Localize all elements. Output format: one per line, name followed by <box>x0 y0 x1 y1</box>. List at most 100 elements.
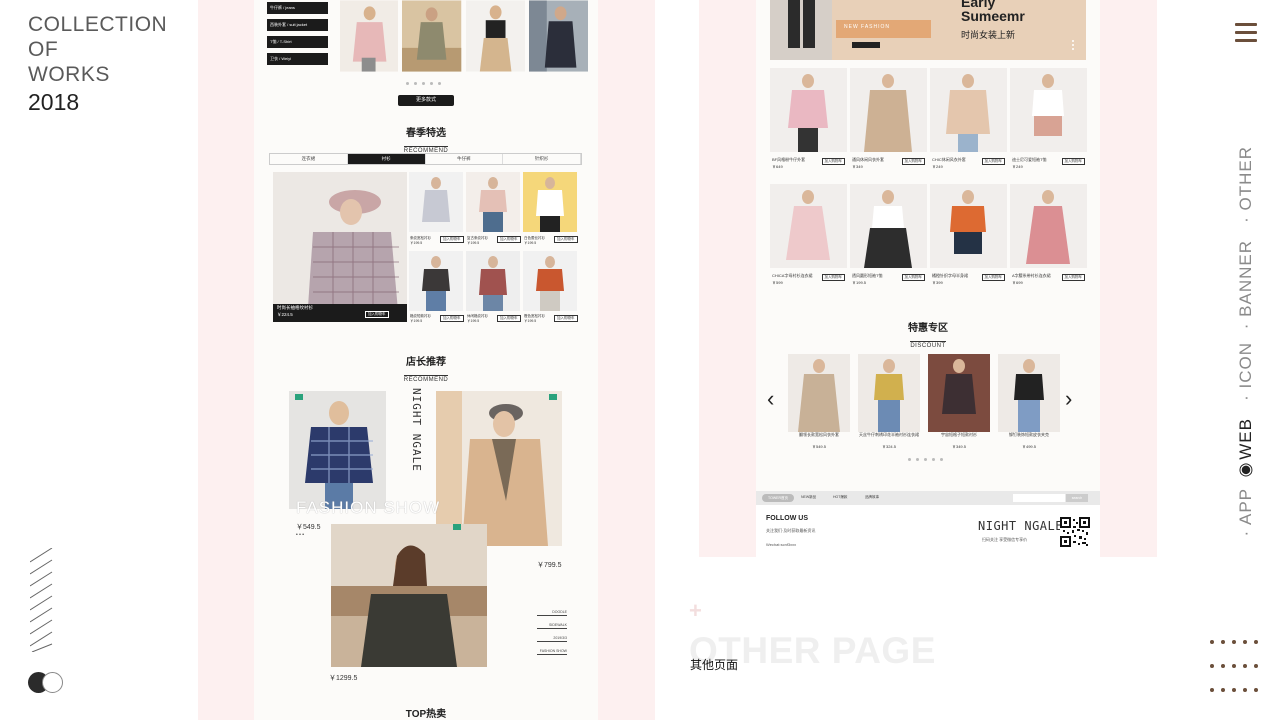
banner-headline: Early Sumeemr <box>961 0 1025 23</box>
product-image[interactable] <box>523 172 577 232</box>
product-name: A字腰系带衬衫连衣裙 <box>1012 273 1051 278</box>
add-to-cart-button[interactable]: 加入购物车 <box>981 274 1005 281</box>
hamburger-menu-icon[interactable] <box>1235 23 1257 43</box>
category-item[interactable]: 卫衣 / Weiyi <box>267 53 328 65</box>
model-photo[interactable] <box>402 0 462 72</box>
hero-banner[interactable]: NEW FASHION Early Sumeemr 时尚女装上新 <box>770 0 1086 60</box>
side-nav-icon[interactable]: · ICON <box>1236 342 1266 401</box>
product-grid-row-2: CHICA字母衬衫连衣裙 ￥599 加入购物车 透风圆形短袖T恤 ￥199.5 加入购物… <box>770 184 1087 290</box>
add-to-cart-button[interactable]: 加入购物车 <box>901 274 925 281</box>
product-image[interactable] <box>930 68 1007 152</box>
carousel-item[interactable] <box>858 354 920 432</box>
product-card[interactable]: 透风圆形短袖T恤 ￥199.5 加入购物车 <box>850 184 927 290</box>
category-list: 牛仔裤 / jeans 西装外套 / suit jacket T恤 / T-Sh… <box>267 2 328 70</box>
tab-jeans[interactable]: 牛仔裤 <box>426 154 504 164</box>
tab-shirt[interactable]: 衬衫 <box>347 154 426 164</box>
carousel-item[interactable] <box>928 354 990 432</box>
carousel-item-price: ￥349.5 <box>951 444 966 449</box>
product-image[interactable] <box>770 184 847 268</box>
web-mockup-home[interactable]: 牛仔裤 / jeans 西装外套 / suit jacket T恤 / T-Sh… <box>254 0 598 720</box>
category-item[interactable]: 西装外套 / suit jacket <box>267 19 328 31</box>
carousel-pager[interactable] <box>908 458 943 461</box>
product-image[interactable] <box>466 172 520 232</box>
more-styles-button[interactable]: 更多款式 <box>398 95 454 106</box>
feature-product-image[interactable] <box>273 172 407 322</box>
product-image[interactable] <box>858 354 920 432</box>
tab-dress[interactable]: 连衣裙 <box>270 154 348 164</box>
product-image[interactable] <box>409 172 463 232</box>
add-to-cart-button[interactable]: 加入购物车 <box>554 236 578 243</box>
add-to-cart-button[interactable]: 加入购物车 <box>497 315 521 322</box>
product-image[interactable] <box>523 251 577 311</box>
product-image[interactable] <box>1010 68 1087 152</box>
product-image[interactable] <box>930 184 1007 268</box>
banner-pager[interactable] <box>1072 40 1074 52</box>
footer-search-input[interactable] <box>1013 494 1065 502</box>
model-photo[interactable] <box>465 0 525 72</box>
category-item[interactable]: T恤 / T-Shirt <box>267 36 328 48</box>
product-image[interactable] <box>1010 184 1087 268</box>
add-to-cart-button[interactable]: 加入购物车 <box>981 158 1005 165</box>
side-nav-other[interactable]: · OTHER <box>1236 146 1266 223</box>
product-card[interactable]: 橘橙针织字母半身裙 ￥399 加入购物车 <box>930 184 1007 290</box>
model-photo[interactable] <box>289 391 386 509</box>
product-image[interactable] <box>850 68 927 152</box>
product-name: 透风圆形短袖T恤 <box>852 273 883 278</box>
product-image[interactable] <box>466 251 520 311</box>
footer-search-button[interactable]: search <box>1066 494 1088 502</box>
brand-vertical-text: NIGHT NGALE <box>410 388 423 472</box>
product-card[interactable]: A字腰系带衬衫连衣裙 ￥699 加入购物车 <box>1010 184 1087 290</box>
side-nav-web[interactable]: ◉WEB <box>1236 418 1266 481</box>
add-to-cart-button[interactable]: 加入购物车 <box>821 274 845 281</box>
product-price: ￥699 <box>1012 280 1023 285</box>
product-image[interactable] <box>850 184 927 268</box>
add-to-cart-button[interactable]: 加入购物车 <box>497 236 521 243</box>
carousel-prev-arrow-icon[interactable]: ‹ <box>767 388 774 410</box>
dot-grid-decoration <box>1208 640 1260 694</box>
footer-text: 关注我们·及时获取最新资讯 <box>766 528 816 533</box>
category-item[interactable]: 牛仔裤 / jeans <box>267 2 328 14</box>
side-nav-app[interactable]: · APP <box>1236 488 1266 536</box>
add-to-cart-button[interactable]: 加入购物车 <box>1061 158 1085 165</box>
feature-add-to-cart-button[interactable]: 加入购物车 <box>365 311 389 318</box>
product-card[interactable]: 迪士尼可爱短袖T恤 ￥249 加入购物车 <box>1010 68 1087 174</box>
other-page-caption: 其他页面 <box>690 658 739 672</box>
product-image[interactable] <box>998 354 1060 432</box>
carousel-item[interactable] <box>788 354 850 432</box>
model-photo[interactable] <box>528 0 589 72</box>
product-image[interactable] <box>409 251 463 311</box>
web-mockup-category[interactable]: NEW FASHION Early Sumeemr 时尚女装上新 BF风格粉牛仔外… <box>756 0 1100 557</box>
product-image[interactable] <box>770 68 847 152</box>
tab-knit[interactable]: 针织衫 <box>503 154 581 164</box>
footer-nav-new[interactable]: NEW新品 <box>801 495 816 500</box>
add-to-cart-button[interactable]: 加入购物车 <box>554 315 578 322</box>
model-photo[interactable] <box>331 524 487 667</box>
footer-nav-bar: TOWER首页 NEW新品 HOT爆款 品牌故事 search <box>756 491 1100 505</box>
add-to-cart-button[interactable]: 加入购物车 <box>440 315 464 322</box>
theme-toggle[interactable] <box>28 671 68 693</box>
footer-nav-hot[interactable]: HOT爆款 <box>833 495 847 500</box>
product-card[interactable]: CHIC休闲风衣外套 ￥249 加入购物车 <box>930 68 1007 174</box>
add-to-cart-button[interactable]: 加入购物车 <box>440 236 464 243</box>
footer-wechat: Wechat:scnf3xxx <box>766 542 797 547</box>
product-card[interactable]: 通风休闲风衣外套 ￥349 加入购物车 <box>850 68 927 174</box>
add-to-cart-button[interactable]: 加入购物车 <box>901 158 925 165</box>
banner-model-image <box>770 0 832 60</box>
add-to-cart-button[interactable]: 加入购物车 <box>1061 274 1085 281</box>
banner-cta-button[interactable] <box>852 42 880 48</box>
product-image[interactable] <box>928 354 990 432</box>
manager-section-title: 店长推荐 RECOMMEND <box>386 353 466 386</box>
model-photo[interactable] <box>340 0 399 72</box>
product-card[interactable]: BF风格粉牛仔外套 ￥649 加入购物车 <box>770 68 847 174</box>
add-to-cart-button[interactable]: 加入购物车 <box>821 158 845 165</box>
product-image[interactable] <box>788 354 850 432</box>
top-hot-section-title: TOP热卖 <box>386 705 466 720</box>
product-card[interactable]: CHICA字母衬衫连衣裙 ￥599 加入购物车 <box>770 184 847 290</box>
model-photo[interactable] <box>436 391 562 546</box>
carousel-next-arrow-icon[interactable]: › <box>1065 388 1072 410</box>
footer-nav-story[interactable]: 品牌故事 <box>865 495 879 500</box>
carousel-item[interactable] <box>998 354 1060 432</box>
slider-pager[interactable] <box>406 82 441 85</box>
footer-nav-home[interactable]: TOWER首页 <box>762 494 794 502</box>
side-nav-banner[interactable]: · BANNER <box>1236 240 1266 329</box>
